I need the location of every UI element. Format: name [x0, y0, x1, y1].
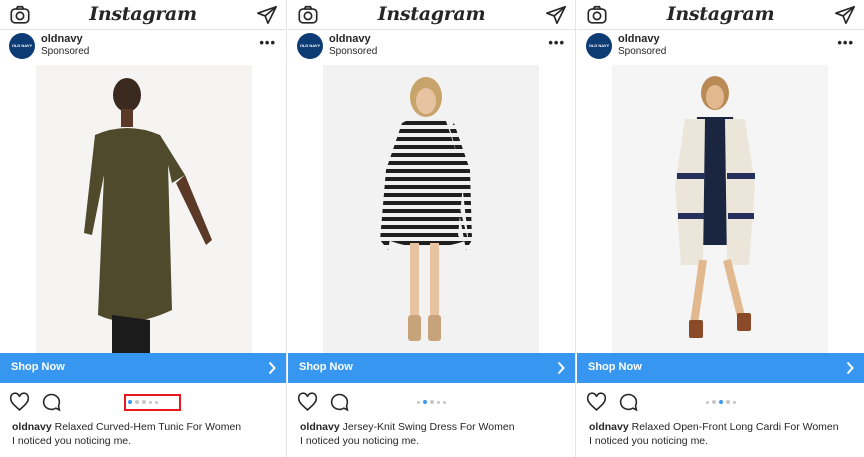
- shop-now-label: Shop Now: [11, 361, 65, 373]
- caption-tagline: I noticed you noticing me.: [589, 435, 709, 447]
- send-icon[interactable]: [256, 4, 278, 26]
- post-header: OLD NAVY oldnavy Sponsored •••: [288, 31, 575, 65]
- instagram-wordmark: Instagram: [89, 3, 197, 25]
- shop-now-button[interactable]: Shop Now: [0, 353, 286, 383]
- post-header: OLD NAVY oldnavy Sponsored •••: [0, 31, 286, 65]
- top-bar: Instagram: [577, 0, 864, 30]
- ad-comparison: Instagram OLD NAVY oldnavy Sponsored •••…: [0, 0, 864, 457]
- instagram-post-panel: Instagram OLD NAVY oldnavy Sponsored •••…: [0, 0, 286, 457]
- carousel-dot: [437, 400, 440, 404]
- chevron-right-icon: [846, 361, 854, 375]
- instagram-wordmark: Instagram: [666, 3, 775, 25]
- carousel-dot: [725, 400, 730, 404]
- caption: oldnavy Relaxed Curved-Hem Tunic For Wom…: [12, 421, 241, 434]
- carousel-dot: [443, 400, 446, 404]
- avatar[interactable]: OLD NAVY: [586, 33, 612, 59]
- caption-username[interactable]: oldnavy: [300, 421, 340, 433]
- username[interactable]: oldnavy: [41, 33, 83, 45]
- avatar[interactable]: OLD NAVY: [297, 33, 323, 59]
- sponsored-label: Sponsored: [618, 46, 667, 57]
- shop-now-button[interactable]: Shop Now: [288, 353, 575, 383]
- carousel-dot: [732, 400, 736, 404]
- post-image[interactable]: [0, 65, 286, 353]
- post-actions: [577, 390, 864, 416]
- caption-text: Jersey-Knit Swing Dress For Women: [342, 421, 515, 433]
- more-options-icon[interactable]: •••: [837, 35, 854, 50]
- instagram-post-panel: Instagram OLD NAVY oldnavy Sponsored •••: [288, 0, 575, 457]
- carousel-dot: [417, 400, 420, 404]
- more-options-icon[interactable]: •••: [548, 35, 565, 50]
- chevron-right-icon: [268, 361, 276, 375]
- instagram-post-panel: Instagram OLD NAVY oldnavy Sponsored •••: [577, 0, 864, 457]
- carousel-indicator-highlight: [124, 394, 181, 411]
- caption-username[interactable]: oldnavy: [12, 421, 52, 433]
- carousel-indicator: [288, 400, 575, 406]
- post-image[interactable]: [577, 65, 864, 353]
- caption-text: Relaxed Curved-Hem Tunic For Women: [54, 421, 242, 433]
- send-icon[interactable]: [545, 4, 567, 26]
- username[interactable]: oldnavy: [618, 33, 660, 45]
- more-options-icon[interactable]: •••: [259, 35, 276, 50]
- caption-text: Relaxed Open-Front Long Cardi For Women: [631, 421, 839, 433]
- sponsored-label: Sponsored: [41, 46, 90, 57]
- carousel-indicator: [577, 400, 864, 406]
- caption-tagline: I noticed you noticing me.: [12, 435, 132, 447]
- shop-now-label: Shop Now: [299, 361, 353, 373]
- send-icon[interactable]: [834, 4, 856, 26]
- shop-now-button[interactable]: Shop Now: [577, 353, 864, 383]
- chevron-right-icon: [557, 361, 565, 375]
- top-bar: Instagram: [288, 0, 575, 30]
- carousel-dot: [705, 400, 709, 404]
- carousel-dot: [423, 400, 427, 404]
- instagram-wordmark: Instagram: [377, 3, 486, 25]
- top-bar: Instagram: [0, 0, 286, 30]
- sponsored-label: Sponsored: [329, 46, 378, 57]
- avatar[interactable]: OLD NAVY: [9, 33, 35, 59]
- caption: oldnavy Jersey-Knit Swing Dress For Wome…: [300, 421, 515, 434]
- caption-tagline: I noticed you noticing me.: [300, 435, 420, 447]
- post-image[interactable]: [288, 65, 575, 353]
- caption: oldnavy Relaxed Open-Front Long Cardi Fo…: [589, 421, 839, 434]
- post-actions: [288, 390, 575, 416]
- shop-now-label: Shop Now: [588, 361, 642, 373]
- post-header: OLD NAVY oldnavy Sponsored •••: [577, 31, 864, 65]
- username[interactable]: oldnavy: [329, 33, 371, 45]
- carousel-dot: [718, 400, 723, 404]
- carousel-dot: [430, 400, 434, 404]
- caption-username[interactable]: oldnavy: [589, 421, 629, 433]
- carousel-dot: [711, 400, 716, 404]
